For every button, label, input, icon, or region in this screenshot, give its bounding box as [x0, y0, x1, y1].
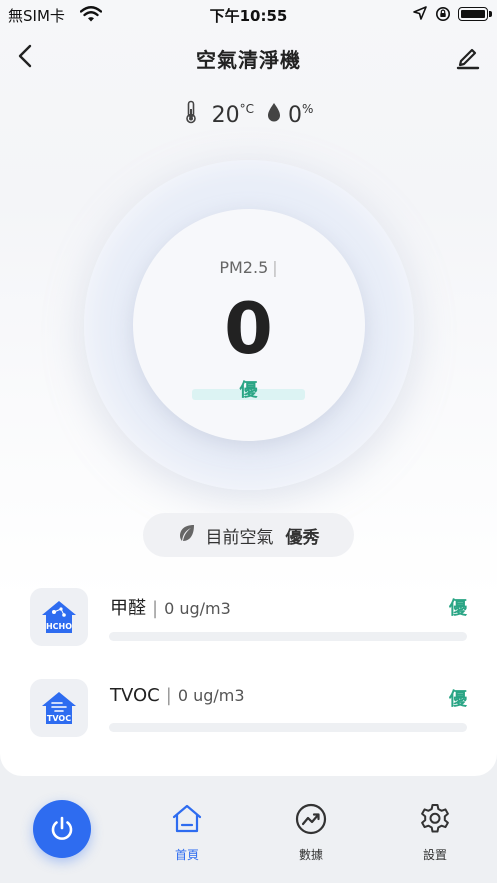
tvoc-icon-text: TVOC: [47, 714, 71, 723]
metric-hcho: HCHO 甲醛 | 0 ug/m3 優: [0, 588, 497, 658]
trend-chart-icon: [295, 803, 327, 835]
tab-settings[interactable]: 設置: [400, 802, 470, 863]
edit-button[interactable]: [455, 44, 481, 74]
water-drop-icon: [266, 101, 282, 129]
hcho-icon-text: HCHO: [46, 622, 72, 631]
tvoc-value: 0 ug/m3: [177, 686, 245, 705]
hcho-quality: 優: [449, 598, 467, 619]
humidity-reading: 0%: [266, 101, 313, 129]
home-icon: [172, 804, 202, 833]
metric-tvoc: TVOC TVOC | 0 ug/m3 優: [0, 679, 497, 749]
tvoc-level-bar: [109, 723, 467, 732]
pm25-label-text: PM2.5: [219, 258, 269, 277]
tvoc-separator: |: [165, 685, 172, 706]
power-button[interactable]: [33, 800, 91, 858]
tab-data-label: 數據: [298, 848, 323, 862]
hcho-separator: |: [152, 598, 159, 619]
tvoc-name-line: TVOC | 0 ug/m3: [110, 685, 245, 706]
page-title: 空氣清淨機: [196, 48, 301, 72]
tab-bar: 首頁 數據 設置: [0, 790, 497, 883]
humidity-unit: %: [301, 102, 314, 116]
hcho-level-bar: [109, 632, 467, 641]
tab-home[interactable]: 首頁: [152, 802, 222, 863]
hcho-name-line: 甲醛 | 0 ug/m3: [110, 594, 231, 620]
air-status-label: 目前空氣: [205, 527, 274, 548]
pm25-quality: 優: [239, 380, 258, 401]
tvoc-house-icon: TVOC: [30, 679, 88, 737]
air-status-value: 優秀: [285, 527, 320, 548]
pm25-label: PM2.5 |: [0, 258, 497, 277]
hcho-name: 甲醛: [110, 598, 146, 619]
status-bar: 無SIM卡 下午10:55: [0, 0, 497, 28]
pm25-value: 0: [224, 288, 273, 370]
leaf-icon: [178, 523, 196, 548]
gear-icon: [421, 804, 449, 833]
hcho-house-icon: HCHO: [30, 588, 88, 646]
thermometer-icon: [184, 100, 198, 130]
temperature-unit: °C: [239, 102, 254, 116]
battery-icon: [458, 7, 492, 21]
temperature-value: 20: [211, 102, 240, 128]
location-arrow-icon: [413, 6, 427, 24]
tvoc-name: TVOC: [110, 685, 160, 706]
tab-home-label: 首頁: [174, 848, 199, 862]
tab-data[interactable]: 數據: [276, 802, 346, 863]
air-status-badge: 目前空氣 優秀: [143, 513, 354, 557]
humidity-value: 0: [287, 102, 302, 128]
environment-readings: 20 °C 0%: [0, 100, 497, 130]
power-icon: [51, 816, 73, 840]
nav-bar: 空氣清淨機: [0, 36, 497, 78]
temperature-reading: 20 °C: [184, 100, 254, 130]
tvoc-quality: 優: [449, 689, 467, 710]
pm25-separator: |: [272, 258, 278, 277]
hcho-value: 0 ug/m3: [164, 599, 231, 618]
rotation-lock-icon: [435, 6, 451, 26]
tab-settings-label: 設置: [422, 848, 447, 862]
